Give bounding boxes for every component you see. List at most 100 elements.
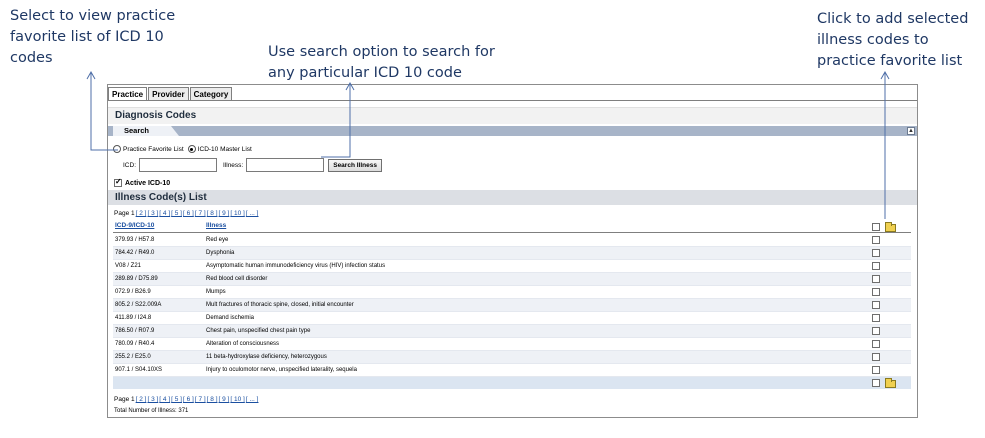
table-row: 411.89 / I24.8 Demand ischemia: [113, 312, 911, 325]
list-footer-strip: [113, 377, 911, 389]
row-illness: Asymptomatic human immunodeficiency viru…: [206, 263, 386, 269]
diagnosis-codes-window: Practice Provider Category Diagnosis Cod…: [107, 84, 918, 418]
row-checkbox[interactable]: [872, 314, 880, 322]
page-link[interactable]: [ 9 ]: [219, 210, 230, 217]
row-code: 255.2 / E25.0: [115, 354, 151, 360]
page-link[interactable]: [ ... ]: [246, 210, 259, 217]
page-link[interactable]: [ 4 ]: [159, 210, 170, 217]
row-code: V08 / Z21: [115, 263, 142, 269]
page-link[interactable]: [ 6 ]: [183, 210, 194, 217]
arrowhead-left: [86, 70, 96, 80]
row-illness: Mult fractures of thoracic spine, closed…: [206, 302, 354, 308]
page-label: Page 1: [114, 210, 135, 217]
row-illness: Injury to oculomotor nerve, unspecified …: [206, 367, 357, 373]
tab-divider: [108, 100, 917, 101]
table-row: 072.9 / B26.9 Mumps: [113, 286, 911, 299]
page-link[interactable]: [ 4 ]: [159, 396, 170, 403]
row-code: 805.2 / S22.009A: [115, 302, 162, 308]
illness-list-title: Illness Code(s) List: [108, 190, 917, 205]
row-illness: Dysphonia: [206, 250, 235, 256]
page-link[interactable]: [ 5 ]: [171, 210, 182, 217]
row-checkbox[interactable]: [872, 366, 880, 374]
active-icd10-checkbox[interactable]: [114, 177, 122, 187]
page-link[interactable]: [ 3 ]: [147, 396, 158, 403]
table-row: 907.1 / S04.10XS Injury to oculomotor ner…: [113, 364, 911, 377]
search-illness-button[interactable]: Search Illness: [328, 158, 382, 172]
illness-table: 379.93 / H57.8 Red eye 784.42 / R49.0 Dysp…: [113, 234, 911, 389]
row-code: 786.50 / R07.9: [115, 328, 155, 334]
list-header: ICD-9/ICD-10 Illness: [113, 222, 911, 233]
add-to-favorites-bottom-icon[interactable]: [885, 378, 896, 388]
row-checkbox[interactable]: [872, 262, 880, 270]
row-checkbox[interactable]: [872, 301, 880, 309]
row-checkbox[interactable]: [872, 353, 880, 361]
page-link[interactable]: [ 7 ]: [195, 210, 206, 217]
table-row: 786.50 / R07.9 Chest pain, unspecified ch…: [113, 325, 911, 338]
row-code: 784.42 / R49.0: [115, 250, 155, 256]
table-row: 780.09 / R40.4 Alteration of consciousnes…: [113, 338, 911, 351]
row-checkbox[interactable]: [872, 288, 880, 296]
page-link[interactable]: [ 9 ]: [219, 396, 230, 403]
tab-provider[interactable]: Provider: [148, 87, 189, 100]
search-fields: ICD: Illness: Search Illness: [113, 158, 382, 172]
page-link[interactable]: [ 10 ]: [230, 396, 244, 403]
row-code: 379.93 / H57.8: [115, 237, 155, 243]
icd-input[interactable]: [139, 158, 217, 172]
column-code-header[interactable]: ICD-9/ICD-10: [115, 222, 154, 229]
active-icd10-row: Active ICD-10: [114, 177, 171, 187]
row-checkbox[interactable]: [872, 327, 880, 335]
page-link[interactable]: [ 2 ]: [136, 210, 147, 217]
illness-input[interactable]: [246, 158, 325, 172]
row-code: 289.89 / D75.89: [115, 276, 158, 282]
page-link[interactable]: [ 10 ]: [230, 210, 244, 217]
search-tab[interactable]: Search: [113, 126, 179, 136]
page-label: Page 1: [114, 396, 135, 403]
add-to-favorites-icon[interactable]: [885, 222, 896, 232]
page-link[interactable]: [ 8 ]: [207, 210, 218, 217]
page-link[interactable]: [ 5 ]: [171, 396, 182, 403]
table-row: 805.2 / S22.009A Mult fractures of thorac…: [113, 299, 911, 312]
collapse-icon[interactable]: ▲: [907, 127, 915, 135]
row-code: 411.89 / I24.8: [115, 315, 152, 321]
select-all-bottom-checkbox[interactable]: [872, 379, 880, 387]
row-illness: Demand ischemia: [206, 315, 255, 321]
row-code: 072.9 / B26.9: [115, 289, 151, 295]
icd-label: ICD:: [123, 161, 136, 169]
row-checkbox[interactable]: [872, 275, 880, 283]
practice-favorite-radio[interactable]: [113, 145, 121, 153]
page-link[interactable]: [ 8 ]: [207, 396, 218, 403]
table-row: V08 / Z21 Asymptomatic human immunodefici…: [113, 260, 911, 273]
row-code: 780.09 / R40.4: [115, 341, 155, 347]
row-illness: Red blood cell disorder: [206, 276, 268, 282]
callout-search: Use search option to search for any part…: [268, 44, 495, 81]
select-all-checkbox[interactable]: [872, 223, 880, 231]
row-illness: Mumps: [206, 289, 226, 295]
table-row: 255.2 / E25.0 11 beta-hydroxylase deficie…: [113, 351, 911, 364]
active-icd10-label: Active ICD-10: [125, 179, 171, 187]
illness-label: Illness:: [223, 161, 244, 169]
total-illness-count: Total Number of Illness: 371: [114, 408, 189, 414]
table-row: 289.89 / D75.89 Red blood cell disorder: [113, 273, 911, 286]
row-illness: 11 beta-hydroxylase deficiency, heterozy…: [206, 354, 327, 360]
page-link[interactable]: [ 7 ]: [195, 396, 206, 403]
arrowhead-right: [880, 70, 890, 80]
pager-top: Page 1 [ 2 ] [ 3 ] [ 4 ] [ 5 ] [ 6 ] [ 7…: [114, 210, 259, 217]
page-link[interactable]: [ 6 ]: [183, 396, 194, 403]
row-checkbox[interactable]: [872, 340, 880, 348]
callout-practice-favorite: Select to view practice favorite list of…: [10, 8, 176, 66]
pager-bottom: Page 1 [ 2 ] [ 3 ] [ 4 ] [ 5 ] [ 6 ] [ 7…: [114, 396, 259, 403]
page-link[interactable]: [ 2 ]: [136, 396, 147, 403]
icd10-master-label: ICD-10 Master List: [197, 145, 252, 153]
search-section-bar: Search ▲: [108, 126, 917, 136]
page-link[interactable]: [ 3 ]: [147, 210, 158, 217]
table-row: 379.93 / H57.8 Red eye: [113, 234, 911, 247]
tab-practice[interactable]: Practice: [108, 87, 148, 100]
column-illness-header[interactable]: Illness: [206, 222, 226, 229]
row-checkbox[interactable]: [872, 236, 880, 244]
tab-bar: Practice Provider Category: [108, 87, 233, 101]
icd10-master-radio[interactable]: [187, 145, 196, 153]
panel-title: Diagnosis Codes: [108, 107, 917, 124]
page-link[interactable]: [ ... ]: [246, 396, 259, 403]
row-checkbox[interactable]: [872, 249, 880, 257]
tab-category[interactable]: Category: [189, 87, 233, 100]
